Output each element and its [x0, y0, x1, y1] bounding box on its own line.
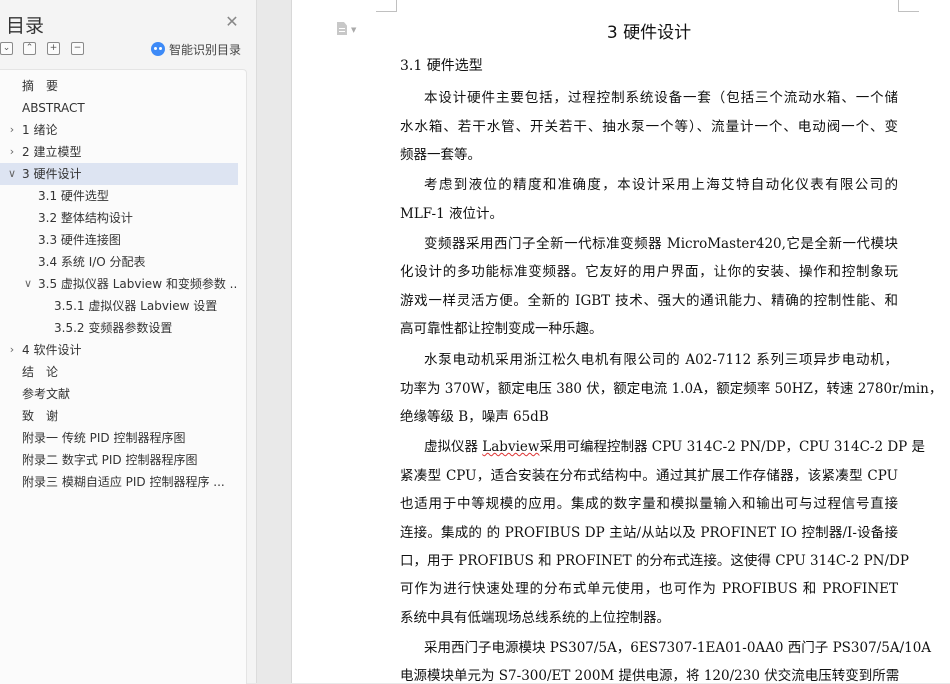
add-icon[interactable]: +	[47, 42, 60, 55]
paragraph-line: 可作为进行快速处理的分布式单元使用，也可作为 PROFIBUS 和 PROFIN…	[400, 581, 898, 597]
toc-item-label: 致 谢	[22, 409, 59, 423]
paragraph-line: MLF-1 液位计。	[400, 206, 503, 222]
toc-item[interactable]: 3.4 系统 I/O 分配表	[0, 251, 238, 273]
paragraph-line: 电源模块单元为 S7-300/ET 200M 提供电源，将 120/230 伏交…	[400, 668, 900, 684]
toc-item[interactable]: 摘 要	[0, 75, 238, 97]
toc-item[interactable]: ABSTRACT	[0, 97, 238, 119]
toc-item[interactable]: › 2 建立模型	[0, 141, 238, 163]
smart-toc-button[interactable]: 智能识别目录	[151, 41, 241, 57]
toc-item[interactable]: 3.1 硬件选型	[0, 185, 238, 207]
toc-sidebar: 目录 ✕ ⌄ ⌃ + − 智能识别目录 摘 要 ABSTRACT › 1 绪论 › 2 建…	[0, 0, 257, 684]
toc-item-label: 附录二 数字式 PID 控制器程序图	[22, 453, 198, 467]
toc-panel: 摘 要 ABSTRACT › 1 绪论 › 2 建立模型 ∨ 3 硬件设计 3.1 硬件选型 3.…	[0, 69, 247, 684]
close-icon[interactable]: ✕	[224, 14, 240, 30]
paragraph-line: 紧凑型 CPU，适合安装在分布式结构中。通过其扩展工作存储器，该紧凑型 CPU	[400, 468, 898, 484]
paragraph-line: 变频器采用西门子全新一代标准变频器 MicroMaster420,它是全新一代模…	[424, 236, 898, 252]
toc-item-label: 参考文献	[22, 387, 71, 401]
section-title: 3.1 硬件选型	[400, 58, 483, 74]
smart-toc-label: 智能识别目录	[169, 42, 242, 57]
paragraph-line: 功率为 370W，额定电压 380 伏，额定电流 1.0A，额定频率 50HZ，…	[400, 381, 943, 397]
toc-item-label: 3.5.1 虚拟仪器 Labview 设置	[54, 299, 218, 313]
paragraph-line: 也适用于中等规模的应用。集成的数字量和模拟量输入和输出可与过程信号直接	[400, 496, 898, 512]
remove-icon[interactable]: −	[71, 42, 84, 55]
toc-item[interactable]: 3.2 整体结构设计	[0, 207, 238, 229]
paragraph-line: 考虑到液位的精度和准确度，本设计采用上海艾特自动化仪表有限公司的	[424, 177, 898, 193]
document-page: ▼ 3 硬件设计 3.1 硬件选型 本设计硬件主要包括，过程控制系统设备一套（包…	[291, 0, 950, 684]
paragraph-line: 游戏一样灵活方便。全新的 IGBT 技术、强大的通讯能力、精确的控制性能、和	[400, 293, 898, 309]
toc-item-label: 附录一 传统 PID 控制器程序图	[22, 431, 186, 445]
toc-item-label: 3.4 系统 I/O 分配表	[38, 255, 146, 269]
paragraph-line: 口，用于 PROFIBUS 和 PROFINET 的分布式连接。这使得 CPU …	[400, 553, 909, 569]
expand-all-icon[interactable]: ⌃	[23, 42, 36, 55]
toc-item-label: 3.3 硬件连接图	[38, 233, 121, 247]
paragraph-line: 化设计的多功能标准变频器。它友好的用户界面，让你的安装、操作和控制象玩	[400, 264, 898, 280]
sidebar-title: 目录	[6, 15, 45, 37]
toc-item-label: 3.5.2 变频器参数设置	[54, 321, 173, 335]
smart-robot-icon	[151, 42, 165, 56]
toc-item[interactable]: 参考文献	[0, 383, 238, 405]
toc-item[interactable]: 附录三 模糊自适应 PID 控制器程序 ...	[0, 471, 238, 493]
sidebar-header: 目录 ✕ ⌄ ⌃ + − 智能识别目录	[0, 0, 256, 70]
chevron-down-icon[interactable]: ∨	[6, 163, 18, 185]
toc-item[interactable]: 3.5.1 虚拟仪器 Labview 设置	[0, 295, 238, 317]
page-corner-mark	[376, 0, 397, 12]
toc-item-label: 3.5 虚拟仪器 Labview 和变频参数 ...	[38, 277, 238, 291]
chevron-right-icon[interactable]: ›	[6, 141, 18, 163]
paragraph-line: 本设计硬件主要包括，过程控制系统设备一套（包括三个流动水箱、一个储	[424, 90, 898, 106]
paragraph-line: 连接。集成的 的 PROFIBUS DP 主站/从站以及 PROFINET IO…	[400, 525, 898, 541]
chevron-right-icon[interactable]: ›	[6, 119, 18, 141]
toc-item-label: 3 硬件设计	[22, 167, 82, 181]
document-icon[interactable]: ▼	[337, 21, 361, 37]
paragraph-line: 频器一套等。	[400, 147, 481, 163]
paragraph-line: 采用西门子电源模块 PS307/5A，6ES7307-1EA01-0AA0 西门…	[424, 640, 932, 656]
chevron-right-icon[interactable]: ›	[6, 339, 18, 361]
toc-item[interactable]: 附录二 数字式 PID 控制器程序图	[0, 449, 238, 471]
collapse-all-icon[interactable]: ⌄	[0, 42, 13, 55]
toc-item-label: 2 建立模型	[22, 145, 82, 159]
chapter-title: 3 硬件设计	[606, 23, 692, 43]
toc-item-label: 结 论	[22, 365, 59, 379]
toc-item[interactable]: ∨ 3 硬件设计	[0, 163, 238, 185]
toc-item-label: ABSTRACT	[22, 101, 85, 115]
paragraph-line: 绝缘等级 B，噪声 65dB	[400, 409, 549, 425]
page-corner-mark	[898, 0, 919, 12]
toc-item[interactable]: 结 论	[0, 361, 238, 383]
toc-item[interactable]: › 1 绪论	[0, 119, 238, 141]
paragraph-line: 高可靠性都让控制变成一种乐趣。	[400, 321, 603, 337]
paragraph-line: 系统中具有低端现场总线系统的上位控制器。	[400, 610, 670, 626]
toc-item[interactable]: 3.3 硬件连接图	[0, 229, 238, 251]
toc-item[interactable]: › 4 软件设计	[0, 339, 238, 361]
paragraph-line: 虚拟仪器 Labview采用可编程控制器 CPU 314C-2 PN/DP，CP…	[424, 439, 926, 455]
chevron-down-icon[interactable]: ∨	[22, 273, 34, 295]
paragraph-line: 水水箱、若干水管、开关若干、抽水泵一个等）、流量计一个、电动阀一个、变	[400, 119, 898, 135]
paragraph-line: 水泵电动机采用浙江松久电机有限公司的 A02-7112 系列三项异步电动机，	[424, 352, 898, 368]
toc-item-label: 3.1 硬件选型	[38, 189, 109, 203]
toc-item[interactable]: 附录一 传统 PID 控制器程序图	[0, 427, 238, 449]
toc-item[interactable]: ∨ 3.5 虚拟仪器 Labview 和变频参数 ...	[0, 273, 238, 295]
toc-item-label: 1 绪论	[22, 123, 58, 137]
toc-item-label: 3.2 整体结构设计	[38, 211, 133, 225]
toc-item-label: 摘 要	[22, 79, 59, 93]
toc-item-label: 附录三 模糊自适应 PID 控制器程序 ...	[22, 475, 225, 489]
toc-item[interactable]: 3.5.2 变频器参数设置	[0, 317, 238, 339]
toc-item-label: 4 软件设计	[22, 343, 82, 357]
toc-item[interactable]: 致 谢	[0, 405, 238, 427]
document-area: ▼ 3 硬件设计 3.1 硬件选型 本设计硬件主要包括，过程控制系统设备一套（包…	[257, 0, 950, 684]
